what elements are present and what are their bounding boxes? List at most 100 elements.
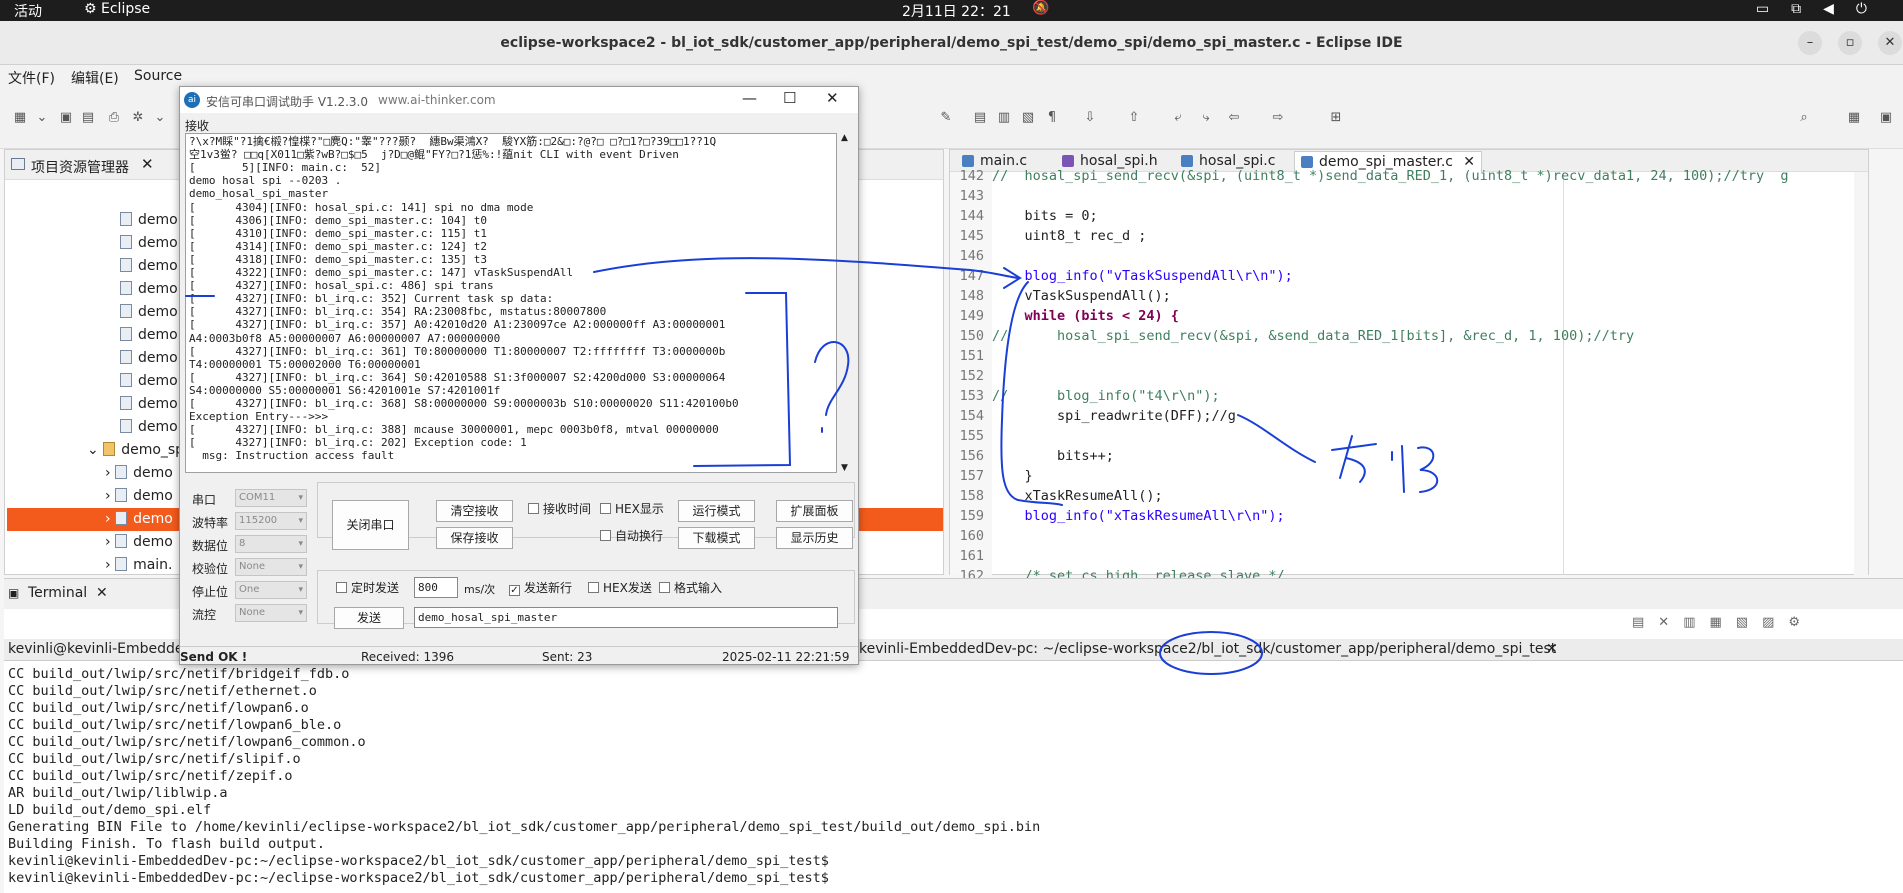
baud-select[interactable]: 115200: [235, 512, 307, 530]
chevron-right-icon[interactable]: ›: [105, 557, 115, 573]
code-line[interactable]: 151: [950, 346, 992, 366]
highlight-icon[interactable]: ✎: [938, 110, 954, 126]
code-line[interactable]: 146: [950, 246, 992, 266]
chevron-down-icon[interactable]: ▼: [841, 463, 848, 473]
word-wrap-icon[interactable]: ▧: [1020, 110, 1036, 126]
chevron-right-icon[interactable]: ›: [105, 534, 115, 550]
maximize-button[interactable]: ▫: [1838, 31, 1862, 55]
tree-item[interactable]: demo: [120, 209, 178, 232]
settings-icon[interactable]: ⚙: [1788, 615, 1814, 630]
search-icon[interactable]: ⌕: [1796, 110, 1812, 126]
auto-wrap-checkbox[interactable]: 自动换行: [600, 528, 663, 544]
tree-item[interactable]: demo: [120, 416, 178, 439]
tree-item[interactable]: demo: [120, 278, 178, 301]
tree-item[interactable]: › main.: [105, 554, 173, 577]
save-icon[interactable]: ▣: [58, 110, 74, 126]
download-mode-button[interactable]: 下载模式: [678, 527, 755, 549]
c-cpp-perspective-icon[interactable]: ▣: [1878, 110, 1894, 126]
run-mode-button[interactable]: 运行模式: [678, 500, 755, 522]
code-line[interactable]: 154 spi_readwrite(DFF);//g: [950, 406, 1236, 426]
system-tray[interactable]: ▭⧉◀⏻: [1756, 1, 1889, 17]
block-select-icon[interactable]: ▥: [996, 110, 1012, 126]
code-line[interactable]: 153 // blog_info("t4\r\n");: [950, 386, 1220, 406]
last-edit-icon[interactable]: ⤶: [1170, 110, 1186, 126]
send-newline-checkbox[interactable]: ✓ 发送新行: [509, 580, 572, 596]
flow-control-select[interactable]: None: [235, 604, 307, 622]
menu-edit[interactable]: 编辑(E): [71, 68, 119, 88]
interval-input[interactable]: 800: [414, 577, 458, 598]
code-line[interactable]: 157 }: [950, 466, 1033, 486]
code-line[interactable]: 156 bits++;: [950, 446, 1114, 466]
tree-folder[interactable]: ⌄ demo_sp: [87, 439, 184, 462]
chevron-down-icon[interactable]: ⌄: [87, 442, 103, 458]
hex-send-checkbox[interactable]: HEX发送: [588, 580, 652, 596]
terminal-title[interactable]: Terminal: [28, 585, 87, 601]
receive-scrollbar[interactable]: ▲ ▼: [839, 133, 853, 473]
close-icon[interactable]: ✕: [96, 585, 108, 601]
toggle-mark-icon[interactable]: ▤: [972, 110, 988, 126]
tree-item[interactable]: › demo: [105, 531, 173, 554]
tree-item[interactable]: demo: [120, 347, 178, 370]
paste-icon[interactable]: ▨: [1762, 615, 1788, 630]
perspective-icon[interactable]: ▦: [1846, 110, 1862, 126]
code-line[interactable]: 144 bits = 0;: [950, 206, 1098, 226]
code-line[interactable]: 143: [950, 186, 992, 206]
menu-file[interactable]: 文件(F): [8, 68, 55, 88]
code-line[interactable]: 161: [950, 546, 992, 566]
chevron-right-icon[interactable]: ›: [105, 511, 115, 527]
hex-display-checkbox[interactable]: HEX显示: [600, 501, 664, 517]
clear-icon[interactable]: ▦: [1710, 615, 1736, 630]
new-terminal-icon[interactable]: ▤: [1632, 615, 1658, 630]
close-port-button[interactable]: 关闭串口: [332, 500, 409, 550]
code-line[interactable]: 155: [950, 426, 992, 446]
code-line[interactable]: 152: [950, 366, 992, 386]
pin-editor-icon[interactable]: ⤷: [1198, 110, 1214, 126]
minimize-button[interactable]: —: [742, 89, 757, 107]
minimize-button[interactable]: –: [1798, 31, 1822, 55]
receive-area[interactable]: ?\x?M睬"?1擒€榝?惶楪?"□麂Q:"睾"???颞? 繐Bw渠鴻X? 駿Y…: [185, 133, 837, 473]
close-icon[interactable]: ✕: [1546, 641, 1558, 657]
clear-recv-button[interactable]: 清空接收: [436, 500, 513, 522]
code-line[interactable]: 148 vTaskSuspendAll();: [950, 286, 1171, 306]
back-icon[interactable]: ⇦: [1226, 110, 1242, 126]
show-whitespace-icon[interactable]: ¶: [1044, 110, 1060, 126]
next-annotation-icon[interactable]: ⇩: [1082, 110, 1098, 126]
app-menu[interactable]: ⚙ Eclipse: [84, 1, 150, 17]
code-line[interactable]: 147 blog_info("vTaskSuspendAll\r\n");: [950, 266, 1293, 286]
chevron-right-icon[interactable]: ›: [105, 465, 115, 481]
send-button[interactable]: 发送: [334, 607, 404, 629]
maximize-button[interactable]: ☐: [783, 89, 796, 107]
tree-item[interactable]: demo: [120, 255, 178, 278]
tree-item[interactable]: demo: [120, 324, 178, 347]
stopbits-select[interactable]: One: [235, 581, 307, 599]
close-button[interactable]: ✕: [1878, 31, 1902, 55]
chevron-down-icon[interactable]: ⌄: [152, 110, 168, 126]
menu-source[interactable]: Source: [134, 68, 182, 84]
timed-send-checkbox[interactable]: 定时发送: [336, 580, 399, 596]
tree-item[interactable]: demo: [120, 370, 178, 393]
close-icon[interactable]: ✕: [141, 155, 154, 173]
clock[interactable]: 2月11日 22：21: [902, 1, 1011, 21]
tree-item[interactable]: demo: [120, 232, 178, 255]
save-all-icon[interactable]: ▤: [80, 110, 96, 126]
terminal-toolbar[interactable]: ▤✕▥▦▧▨⚙: [1632, 615, 1814, 630]
code-line[interactable]: 142 // hosal_spi_send_recv(&spi, (uint8_t…: [950, 166, 1789, 186]
print-icon[interactable]: ⎙: [106, 110, 122, 126]
databits-select[interactable]: 8: [235, 535, 307, 553]
chevron-down-icon[interactable]: ⌄: [34, 110, 50, 126]
pin-icon[interactable]: ✕: [1658, 615, 1683, 630]
tree-item[interactable]: demo: [120, 393, 178, 416]
debug-icon[interactable]: ✲: [130, 110, 146, 126]
chevron-right-icon[interactable]: ›: [105, 488, 115, 504]
port-select[interactable]: COM11: [235, 489, 307, 507]
copy-icon[interactable]: ▧: [1736, 615, 1762, 630]
tree-item[interactable]: demo: [120, 301, 178, 324]
code-line[interactable]: 145 uint8_t rec_d ;: [950, 226, 1147, 246]
expand-panel-button[interactable]: 扩展面板: [776, 500, 853, 522]
send-text-input[interactable]: demo_hosal_spi_master: [414, 607, 838, 628]
chevron-up-icon[interactable]: ▲: [841, 133, 848, 143]
save-recv-button[interactable]: 保存接收: [436, 527, 513, 549]
format-input-checkbox[interactable]: 格式输入: [659, 580, 722, 596]
prev-annotation-icon[interactable]: ⇧: [1126, 110, 1142, 126]
parity-select[interactable]: None: [235, 558, 307, 576]
